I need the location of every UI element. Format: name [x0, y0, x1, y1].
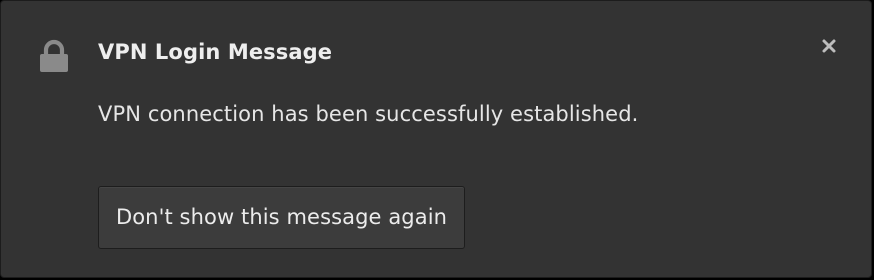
close-button[interactable] [813, 31, 845, 63]
vpn-notification: VPN Login Message VPN connection has bee… [0, 0, 872, 278]
lock-icon [38, 39, 70, 73]
notification-body: VPN connection has been successfully est… [98, 102, 639, 126]
notification-title: VPN Login Message [98, 40, 333, 64]
dont-show-again-button[interactable]: Don't show this message again [98, 186, 465, 249]
close-icon[interactable] [813, 31, 845, 63]
